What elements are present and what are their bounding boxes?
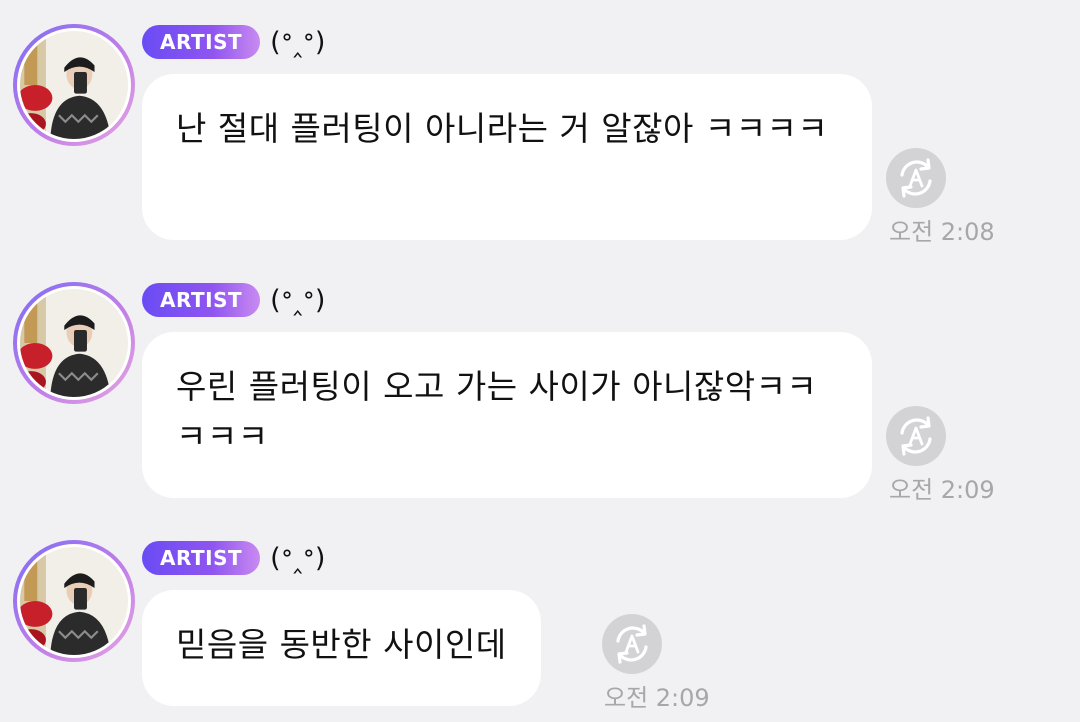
message-bubble[interactable]: 믿음을 동반한 사이인데 (142, 590, 541, 706)
translate-icon (900, 158, 932, 198)
sender-nickname: (ᐤ‸ᐤ) (270, 284, 327, 316)
sender-nickname: (ᐤ‸ᐤ) (270, 26, 327, 58)
translate-icon (616, 624, 648, 664)
avatar-photo (20, 289, 128, 397)
sender-nickname: (ᐤ‸ᐤ) (270, 542, 327, 574)
avatar[interactable] (13, 24, 135, 146)
translate-button[interactable] (886, 406, 946, 466)
timestamp: 오전 2:09 (889, 476, 995, 504)
artist-badge: ARTIST (142, 25, 261, 59)
translate-button[interactable] (602, 614, 662, 674)
avatar[interactable] (13, 282, 135, 404)
message-bubble[interactable]: 난 절대 플러팅이 아니라는 거 알잖아 ㅋㅋㅋㅋ (142, 74, 872, 240)
translate-icon (900, 416, 932, 456)
avatar-photo (20, 547, 128, 655)
timestamp: 오전 2:09 (604, 684, 710, 712)
artist-badge: ARTIST (142, 283, 261, 317)
message-bubble[interactable]: 우린 플러팅이 오고 가는 사이가 아니잖악ㅋㅋㅋㅋㅋ (142, 332, 872, 498)
avatar[interactable] (13, 540, 135, 662)
artist-badge: ARTIST (142, 541, 261, 575)
timestamp: 오전 2:08 (889, 218, 995, 246)
translate-button[interactable] (886, 148, 946, 208)
avatar-photo (20, 31, 128, 139)
